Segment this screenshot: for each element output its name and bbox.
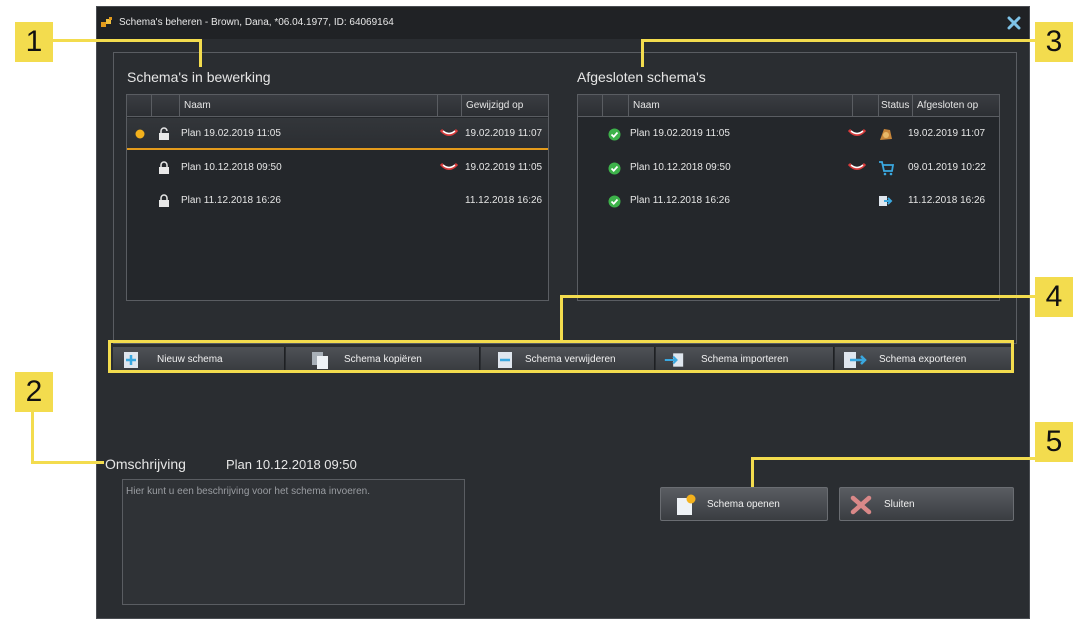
row-name: Plan 10.12.2018 09:50 (630, 162, 731, 173)
schema-manager-window: Schema's beheren - Brown, Dana, *06.04.1… (96, 6, 1030, 619)
row-name: Plan 19.02.2019 11:05 (181, 128, 281, 139)
in-progress-title: Schema's in bewerking (127, 69, 271, 85)
row-modified: 11.12.2018 16:26 (465, 195, 543, 206)
callout-line (751, 457, 1035, 460)
table-row[interactable]: Plan 10.12.2018 09:50 09.01.2019 10:22 (578, 152, 999, 184)
print-icon (880, 129, 892, 140)
check-icon (608, 195, 621, 208)
table-row[interactable]: Plan 19.02.2019 11:05 19.02.2019 11:07 (578, 118, 999, 150)
denture-icon (848, 129, 866, 136)
closed-schemas-title: Afgesloten schema's (577, 69, 706, 85)
row-name: Plan 11.12.2018 16:26 (181, 195, 281, 206)
col-naam[interactable]: Naam (628, 95, 852, 117)
check-icon (608, 128, 621, 141)
callout-line (560, 295, 1035, 298)
close-x-icon (850, 495, 872, 515)
row-modified: 19.02.2019 11:07 (465, 128, 543, 139)
table-row[interactable]: Plan 11.12.2018 16:26 11.12.2018 16:26 (578, 185, 999, 217)
callout-line (751, 457, 754, 487)
active-dot-icon (135, 129, 145, 139)
col-naam[interactable]: Naam (179, 95, 437, 117)
check-icon (608, 162, 621, 175)
denture-icon (440, 163, 458, 170)
description-placeholder: Hier kunt u een beschrijving voor het sc… (126, 486, 371, 497)
unlock-icon[interactable] (158, 127, 170, 141)
callout-2: 2 (15, 372, 53, 412)
row-closed: 19.02.2019 11:07 (908, 128, 986, 139)
lock-icon[interactable] (158, 161, 170, 175)
toolbar-highlight (108, 340, 1014, 373)
callout-line (641, 39, 1035, 42)
callout-line (53, 39, 202, 42)
denture-icon (440, 129, 458, 136)
description-textarea[interactable]: Hier kunt u een beschrijving voor het sc… (122, 479, 465, 605)
row-closed: 11.12.2018 16:26 (908, 195, 986, 206)
callout-4: 4 (1035, 277, 1073, 317)
app-icon (101, 17, 112, 27)
cart-icon (879, 161, 894, 176)
table-row[interactable]: Plan 11.12.2018 16:26 11.12.2018 16:26 (127, 185, 548, 217)
description-plan-name: Plan 10.12.2018 09:50 (226, 457, 357, 472)
denture-icon (848, 163, 866, 170)
row-closed: 09.01.2019 10:22 (908, 162, 986, 173)
table-row[interactable]: Plan 10.12.2018 09:50 19.02.2019 11:05 (127, 152, 548, 184)
open-schema-button[interactable]: Schema openen (660, 487, 828, 521)
in-progress-grid: Naam Gewijzigd op Plan 19.02.2019 11:05 … (126, 94, 549, 301)
callout-5: 5 (1035, 422, 1073, 462)
callout-line (560, 295, 563, 341)
callout-3: 3 (1035, 22, 1073, 62)
title-bar: Schema's beheren - Brown, Dana, *06.04.1… (97, 7, 1029, 39)
table-row[interactable]: Plan 19.02.2019 11:05 19.02.2019 11:07 (127, 118, 548, 150)
export-icon (879, 196, 893, 206)
callout-line (31, 461, 104, 464)
callout-line (31, 412, 34, 464)
callout-line (199, 39, 202, 67)
row-name: Plan 19.02.2019 11:05 (630, 128, 730, 139)
callout-1: 1 (15, 22, 53, 62)
description-label: Omschrijving (105, 456, 186, 472)
row-name: Plan 11.12.2018 16:26 (630, 195, 730, 206)
closed-schemas-grid: Naam Status Afgesloten op Plan 19.02.201… (577, 94, 1000, 301)
close-icon[interactable] (1007, 16, 1021, 30)
col-gewijzigd-op[interactable]: Gewijzigd op (461, 95, 549, 117)
col-afgesloten-op[interactable]: Afgesloten op (912, 95, 1000, 117)
callout-line (641, 39, 644, 67)
col-status[interactable]: Status (878, 95, 912, 117)
row-name: Plan 10.12.2018 09:50 (181, 162, 282, 173)
close-button[interactable]: Sluiten (839, 487, 1014, 521)
window-title: Schema's beheren - Brown, Dana, *06.04.1… (119, 17, 394, 28)
row-modified: 19.02.2019 11:05 (465, 162, 543, 173)
open-document-icon (677, 494, 696, 515)
grid-header: Naam Status Afgesloten op (578, 95, 999, 117)
lock-icon[interactable] (158, 194, 170, 208)
grid-header: Naam Gewijzigd op (127, 95, 548, 117)
